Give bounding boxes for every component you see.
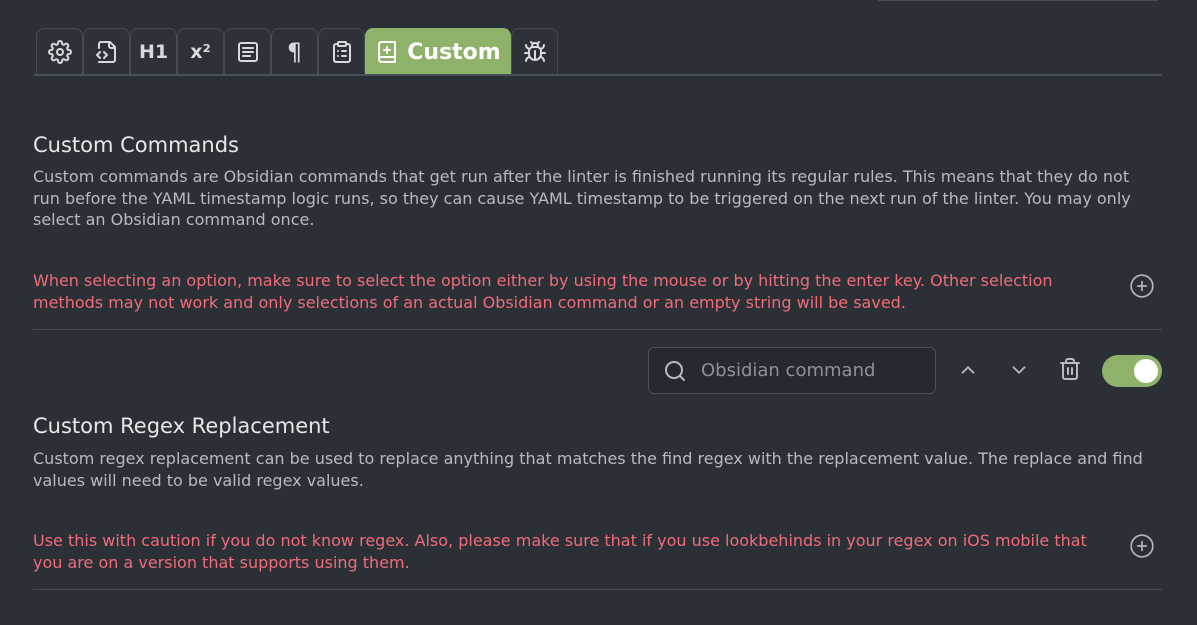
book-plus-icon (375, 40, 399, 64)
custom-regex-description: Custom regex replacement can be used to … (33, 449, 1143, 490)
tab-custom-label: Custom (407, 39, 501, 65)
tab-paste[interactable] (318, 28, 365, 75)
top-divider (878, 0, 1158, 1)
add-custom-command-button[interactable] (1128, 273, 1156, 304)
plus-circle-icon (1129, 533, 1155, 564)
tab-bar-underline (34, 74, 1162, 76)
plus-circle-icon (1129, 273, 1155, 304)
delete-command-button[interactable] (1057, 357, 1083, 386)
command-enabled-toggle[interactable] (1102, 355, 1162, 387)
section-divider-bottom (33, 589, 1162, 590)
chevron-up-icon (957, 359, 979, 386)
section-divider (33, 329, 1162, 330)
custom-commands-description: Custom commands are Obsidian commands th… (33, 167, 1131, 229)
move-down-button[interactable] (1006, 359, 1032, 385)
align-text-icon (236, 40, 260, 64)
heading-icon: H1 (138, 41, 169, 63)
custom-regex-title: Custom Regex Replacement (33, 414, 330, 438)
tab-yaml[interactable] (83, 28, 130, 75)
custom-commands-title: Custom Commands (33, 133, 240, 157)
gear-icon (47, 40, 72, 64)
custom-commands-warning: When selecting an option, make sure to s… (33, 271, 1053, 312)
obsidian-command-search[interactable] (648, 347, 936, 394)
file-code-icon (95, 40, 119, 64)
clipboard-list-icon (330, 40, 354, 64)
chevron-down-icon (1008, 359, 1030, 386)
trash-icon (1058, 357, 1082, 386)
custom-regex-warning: Use this with caution if you do not know… (33, 531, 1087, 572)
tab-debug[interactable] (511, 28, 558, 75)
tab-heading[interactable]: H1 (130, 28, 177, 75)
tab-content[interactable] (224, 28, 271, 75)
bug-icon (523, 40, 547, 64)
pilcrow-icon: ¶ (286, 38, 303, 66)
tab-spacing[interactable]: ¶ (271, 28, 318, 75)
obsidian-command-input[interactable] (699, 359, 923, 382)
tab-footnote[interactable]: x² (177, 28, 224, 75)
tab-general[interactable] (36, 28, 83, 75)
add-regex-button[interactable] (1128, 533, 1156, 564)
move-up-button[interactable] (955, 359, 981, 385)
search-icon (663, 359, 687, 383)
superscript-icon: x² (190, 41, 211, 63)
settings-tab-bar: H1 x² ¶ Custom (36, 27, 558, 75)
tab-custom[interactable]: Custom (365, 28, 511, 75)
toggle-knob (1134, 359, 1158, 383)
